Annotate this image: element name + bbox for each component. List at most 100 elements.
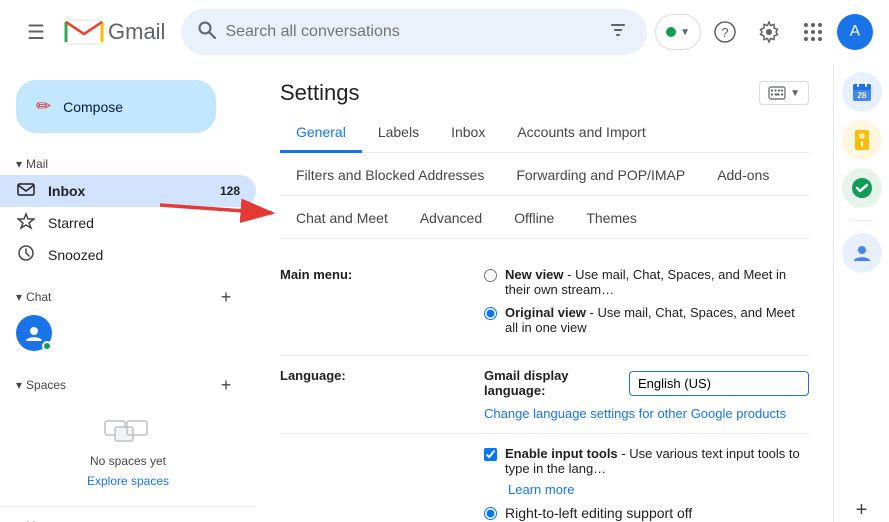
tasks-panel-icon[interactable] [842,168,882,208]
status-dot [666,27,676,37]
inbox-icon [16,180,36,203]
radio-original-view-input[interactable] [484,307,497,320]
rtl-off-radio[interactable] [484,507,497,520]
spaces-arrow-icon: ▾ [16,378,22,392]
compose-button[interactable]: ✏ Compose [16,80,216,133]
language-label: Language: [280,368,460,421]
settings-button[interactable] [749,12,789,52]
sub-tab-offline[interactable]: Offline [498,200,570,239]
gmail-logo-svg [64,18,104,46]
inbox-badge: 128 [220,184,240,198]
keyboard-shortcuts-button[interactable]: ▼ [759,81,809,105]
search-input[interactable] [225,23,597,41]
topbar: ☰ Gmail ▼ ? [0,0,889,64]
sub-tab-filters[interactable]: Filters and Blocked Addresses [280,157,500,196]
search-bar [181,9,647,55]
spaces-section-label[interactable]: ▾ Spaces [16,378,66,392]
radio-new-view-input[interactable] [484,269,497,282]
main-layout: ✏ Compose ▾ Mail Inbox 128 Starred [0,64,889,522]
spaces-header: ▾ Spaces + [0,367,256,403]
chat-avatar[interactable] [16,315,52,351]
compose-pen-icon: ✏ [36,96,51,117]
keep-panel-icon[interactable] [842,120,882,160]
no-spaces-text: No spaces yet [0,450,256,472]
main-menu-label: Main menu: [280,267,460,343]
spaces-add-button[interactable]: + [212,371,240,399]
settings-title: Settings [280,80,360,106]
sub-tab-forwarding[interactable]: Forwarding and POP/IMAP [500,157,701,196]
topbar-right: ▼ ? A [655,12,873,52]
spaces-section: ▾ Spaces + No spaces yet Explore spaces [0,359,256,506]
radio-new-view: New view - Use mail, Chat, Spaces, and M… [484,267,809,297]
radio-original-view: Original view - Use mail, Chat, Spaces, … [484,305,809,335]
chat-add-button[interactable]: + [212,283,240,311]
sidebar-item-inbox[interactable]: Inbox 128 [0,175,256,207]
enable-input-tools-checkbox[interactable] [484,448,497,461]
input-tools-content: Enable input tools - Use various text in… [484,446,809,522]
rtl-options: Right-to-left editing support off Right-… [484,505,809,522]
sidebar-item-snoozed[interactable]: Snoozed [0,239,256,271]
snoozed-label: Snoozed [48,247,240,263]
mail-section-label[interactable]: ▾ Mail [0,149,256,175]
help-button[interactable]: ? [705,12,745,52]
enable-input-bold: Enable input tools [505,446,618,461]
input-tools-label [280,446,460,522]
meet-section-label[interactable]: ▾ Meet [0,511,256,522]
no-spaces-area: No spaces yet Explore spaces [0,403,256,498]
hamburger-icon: ☰ [27,20,45,45]
contacts-panel-icon[interactable] [842,233,882,273]
settings-row-language: Language: Gmail display language: Change… [280,356,809,434]
starred-label: Starred [48,215,240,231]
chat-section: ▾ Chat + [0,271,256,359]
explore-spaces-link[interactable]: Explore spaces [0,472,256,490]
search-options-icon[interactable] [605,17,631,48]
compose-label: Compose [63,99,123,115]
sub-tab-chat-meet[interactable]: Chat and Meet [280,200,404,239]
svg-text:28: 28 [857,91,866,100]
status-arrow-icon: ▼ [680,27,690,38]
settings-tabs: General Labels Inbox Accounts and Import [280,114,809,153]
language-field-row: Gmail display language: [484,368,809,398]
enable-input-tools-label: Enable input tools - Use various text in… [505,446,809,476]
gmail-logo: Gmail [64,18,165,46]
right-panel: 28 + [833,64,889,522]
main-menu-content: New view - Use mail, Chat, Spaces, and M… [484,267,809,343]
search-icon [197,20,217,45]
settings-row-main-menu: Main menu: New view - Use mail, Chat, Sp… [280,255,809,356]
sub-tab-addons[interactable]: Add-ons [701,157,785,196]
chat-header: ▾ Chat + [0,279,256,315]
sub-tab-advanced[interactable]: Advanced [404,200,498,239]
calendar-panel-icon[interactable]: 28 [842,72,882,112]
tab-labels[interactable]: Labels [362,114,435,153]
sub-tab-themes[interactable]: Themes [570,200,653,239]
apps-button[interactable] [793,12,833,52]
hamburger-button[interactable]: ☰ [16,12,56,52]
inbox-label: Inbox [48,183,208,199]
gmail-display-language-label: Gmail display language: [484,368,621,398]
chat-section-label[interactable]: ▾ Chat [16,290,51,304]
tab-accounts-import[interactable]: Accounts and Import [501,114,661,153]
new-view-bold: New view [505,267,564,282]
tab-general[interactable]: General [280,114,362,153]
enable-input-tools-row: Enable input tools - Use various text in… [484,446,809,476]
tab-inbox[interactable]: Inbox [435,114,501,153]
spaces-empty-icon [103,411,153,447]
starred-icon [16,212,36,235]
content-area: Settings ▼ General Labels Inbox [256,64,833,522]
keyboard-icon [768,86,786,100]
panel-add-button[interactable]: + [856,499,868,522]
sidebar-item-starred[interactable]: Starred [0,207,256,239]
language-input[interactable] [629,371,809,396]
learn-more-link[interactable]: Learn more [508,482,809,497]
settings-sub-tabs-2: Chat and Meet Advanced Offline Themes [280,196,809,239]
rtl-off-label: Right-to-left editing support off [505,505,692,521]
chat-arrow-icon: ▾ [16,290,22,304]
keyboard-arrow-icon: ▼ [790,88,800,99]
rtl-off-option: Right-to-left editing support off [484,505,809,521]
gmail-logo-text: Gmail [108,19,165,45]
change-language-link[interactable]: Change language settings for other Googl… [484,406,809,421]
radio-new-view-label: New view - Use mail, Chat, Spaces, and M… [505,267,809,297]
settings-sub-tabs-1: Filters and Blocked Addresses Forwarding… [280,153,809,196]
avatar[interactable]: A [837,14,873,50]
status-button[interactable]: ▼ [655,14,701,50]
